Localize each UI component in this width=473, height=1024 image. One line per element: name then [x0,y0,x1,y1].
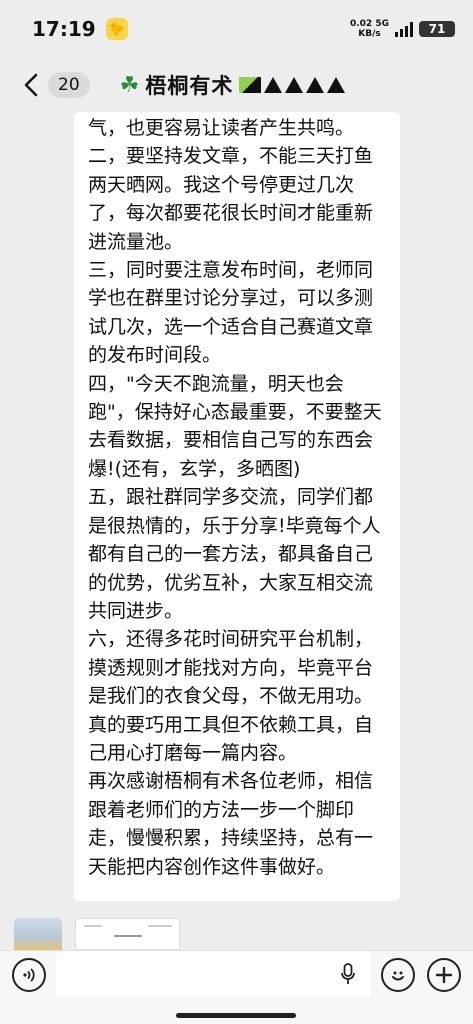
home-indicator[interactable] [176,1013,296,1018]
decoration-triangle [327,77,346,93]
lightning-icon [239,77,262,93]
next-message-preview [0,918,473,950]
clover-icon: ☘ [119,72,140,98]
status-left: 17:19 🐤 [32,17,128,41]
message-text: 气，也更容易让读者产生共鸣。 二，要坚持发文章，不能三天打鱼两天晒网。我这个号停… [88,117,382,878]
chat-title-area[interactable]: ☘ 梧桐有术 [120,70,346,100]
app-notification-icon: 🐤 [105,18,128,40]
status-right: 0.02 5G KB/s 71 [350,19,455,39]
chevron-left-icon [24,73,38,97]
message-bubble[interactable]: 气，也更容易让读者产生共鸣。 二，要坚持发文章，不能三天打鱼两天晒网。我这个号停… [74,112,400,901]
emoji-button[interactable] [381,958,415,992]
signal-icon [395,21,413,37]
network-type: 5G [375,19,389,29]
battery-level: 71 [428,22,446,36]
plus-icon [435,966,453,984]
decoration-triangle [306,77,325,93]
unread-count-badge[interactable]: 20 [48,72,90,98]
title-decoration [239,77,346,93]
emoji-icon [392,971,404,981]
decoration-triangle [285,77,304,93]
plus-button[interactable] [427,958,461,992]
message-input[interactable] [56,951,371,997]
chat-title: 梧桐有术 [145,74,234,98]
battery-icon: 71 [419,21,455,37]
voice-button[interactable] [12,958,46,992]
network-speed-value: 0.02 [349,19,373,29]
back-button[interactable] [16,65,46,105]
screenshot-thumbnail[interactable] [75,918,180,950]
chat-input-bar [0,950,473,1024]
voice-icon [23,968,35,982]
status-time: 17:19 [32,17,96,41]
network-speed: 0.02 5G KB/s [350,19,389,39]
chat-header: 20 ☘ 梧桐有术 [0,58,473,112]
decoration-triangle [264,77,283,93]
microphone-icon[interactable] [341,963,355,985]
image-thumbnail[interactable] [14,918,62,950]
network-speed-unit: KB/s [358,29,381,39]
status-bar: 17:19 🐤 0.02 5G KB/s 71 [0,0,473,58]
